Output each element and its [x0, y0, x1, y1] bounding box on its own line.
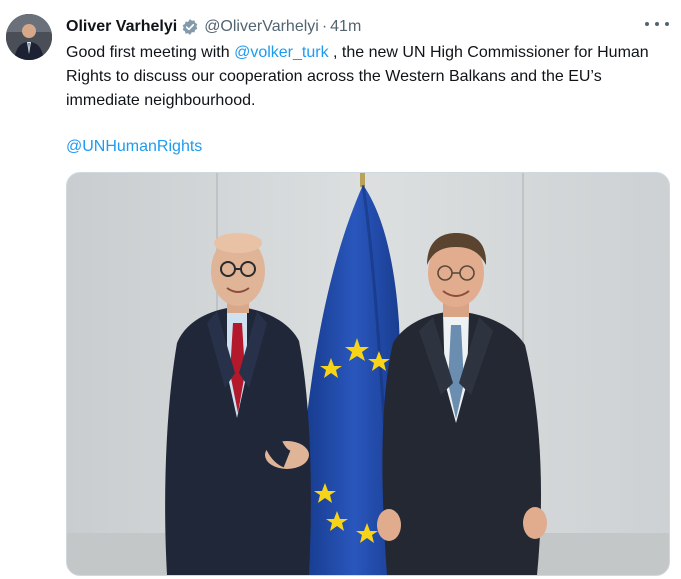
author-avatar[interactable]	[6, 14, 52, 60]
tweet-text-part: Good first meeting with	[66, 44, 235, 61]
tweet-text: Good first meeting with @volker_turk , t…	[66, 41, 671, 113]
mention-link[interactable]: @volker_turk	[234, 44, 329, 61]
tweet-card[interactable]: Oliver Varhelyi @OliverVarhelyi · 41m Go…	[0, 0, 681, 579]
separator-dot: ·	[321, 18, 328, 35]
tweet-photo[interactable]	[66, 172, 670, 576]
author-name[interactable]: Oliver Varhelyi	[66, 18, 177, 36]
more-options-icon[interactable]	[645, 14, 669, 34]
more-dot	[665, 22, 669, 26]
verified-badge-icon	[181, 18, 199, 36]
more-dot	[655, 22, 659, 26]
mention-link-unhumanrights[interactable]: @UNHumanRights	[66, 135, 202, 159]
tweet-timestamp[interactable]: 41m	[330, 18, 361, 36]
more-dot	[645, 22, 649, 26]
author-handle[interactable]: @OliverVarhelyi	[204, 18, 319, 36]
tweet-header: Oliver Varhelyi @OliverVarhelyi · 41m	[66, 16, 361, 38]
